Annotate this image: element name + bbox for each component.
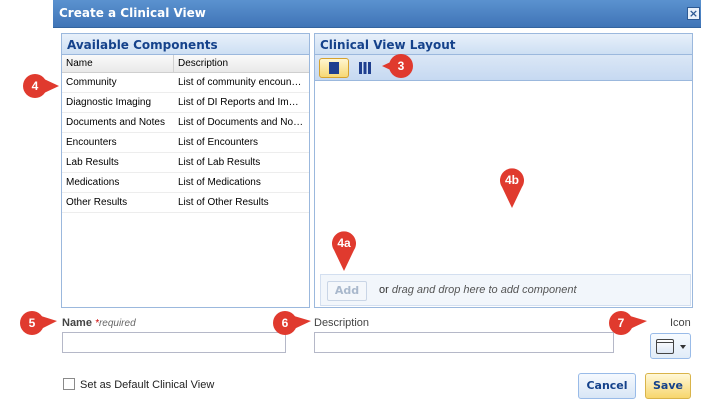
layout-toolbar <box>315 55 692 81</box>
callout-label: 3 <box>397 59 405 73</box>
component-row-community[interactable]: Community List of community encounters <box>62 73 309 93</box>
component-row-encounters[interactable]: Encounters List of Encounters <box>62 133 309 153</box>
drop-hint-text: drag and drop here to add component <box>391 284 577 296</box>
component-description: List of Medications <box>178 177 261 188</box>
cancel-button[interactable]: Cancel <box>578 373 636 399</box>
component-description: List of DI Reports and Imag... <box>178 97 308 108</box>
required-text: required <box>98 318 136 329</box>
icon-picker-button[interactable] <box>650 333 691 359</box>
dialog-titlebar[interactable]: Create a Clinical View × <box>53 0 701 28</box>
clinical-view-layout-header: Clinical View Layout <box>315 34 692 55</box>
component-row-other-results[interactable]: Other Results List of Other Results <box>62 193 309 213</box>
component-row-documents-and-notes[interactable]: Documents and Notes List of Documents an… <box>62 113 309 133</box>
callout-marker-7: 7 <box>608 310 647 336</box>
component-description: List of Encounters <box>178 137 259 148</box>
component-description: List of Lab Results <box>178 157 261 168</box>
one-column-layout-icon <box>329 62 339 74</box>
name-input[interactable] <box>62 332 286 353</box>
column-header-name[interactable]: Name <box>62 55 174 73</box>
callout-marker-3: 3 <box>382 53 414 79</box>
callout-marker-4a: 4a <box>331 230 357 271</box>
dropdown-arrow-icon <box>680 345 686 349</box>
name-field-label: Name *required <box>62 317 136 329</box>
component-name: Community <box>66 77 117 88</box>
available-components-panel: Available Components Name Description Co… <box>61 33 310 308</box>
callout-marker-4: 4 <box>22 73 59 99</box>
callout-label: 4a <box>337 236 351 250</box>
close-icon[interactable]: × <box>687 7 700 20</box>
component-row-medications[interactable]: Medications List of Medications <box>62 173 309 193</box>
component-description: List of community encounters <box>178 77 308 88</box>
components-grid-header: Name Description <box>62 55 309 73</box>
dialog-title: Create a Clinical View <box>59 6 206 20</box>
one-column-layout-button[interactable] <box>319 58 349 78</box>
drop-hint-or: or <box>379 284 389 296</box>
component-row-diagnostic-imaging[interactable]: Diagnostic Imaging List of DI Reports an… <box>62 93 309 113</box>
component-name: Other Results <box>66 197 128 208</box>
component-drop-zone[interactable]: Add or drag and drop here to add compone… <box>320 274 691 306</box>
window-icon <box>656 339 674 354</box>
background-window-edge <box>0 0 8 402</box>
components-grid-body: Community List of community encounters D… <box>62 73 309 213</box>
add-component-button[interactable]: Add <box>327 281 367 301</box>
callout-marker-4b: 4b <box>499 167 525 208</box>
column-header-description[interactable]: Description <box>174 55 308 73</box>
available-components-header: Available Components <box>62 34 309 55</box>
three-column-layout-button[interactable] <box>355 58 375 78</box>
callout-marker-5: 5 <box>19 310 57 336</box>
component-name: Medications <box>66 177 120 188</box>
description-label: Description <box>314 317 370 329</box>
default-view-checkbox[interactable] <box>63 378 75 390</box>
default-view-option[interactable]: Set as Default Clinical View <box>63 378 214 391</box>
name-label: Name <box>62 317 92 329</box>
component-name: Diagnostic Imaging <box>66 97 152 108</box>
callout-label: 5 <box>28 316 36 330</box>
description-input[interactable] <box>314 332 614 353</box>
default-view-label: Set as Default Clinical View <box>80 379 215 391</box>
callout-label: 7 <box>617 316 625 330</box>
callout-label: 4 <box>31 79 39 93</box>
callout-label: 4b <box>504 173 519 187</box>
callout-label: 6 <box>281 316 289 330</box>
component-name: Documents and Notes <box>66 117 165 128</box>
component-row-lab-results[interactable]: Lab Results List of Lab Results <box>62 153 309 173</box>
drop-hint: or drag and drop here to add component <box>379 284 577 296</box>
icon-label: Icon <box>670 317 691 329</box>
three-column-layout-icon <box>359 62 371 74</box>
screenshot-stage: Create a Clinical View × Available Compo… <box>0 0 701 402</box>
callout-marker-6: 6 <box>272 310 311 336</box>
component-description: List of Other Results <box>178 197 269 208</box>
component-name: Lab Results <box>66 157 119 168</box>
component-name: Encounters <box>66 137 117 148</box>
save-button[interactable]: Save <box>645 373 691 399</box>
component-description: List of Documents and Notes <box>178 117 307 128</box>
